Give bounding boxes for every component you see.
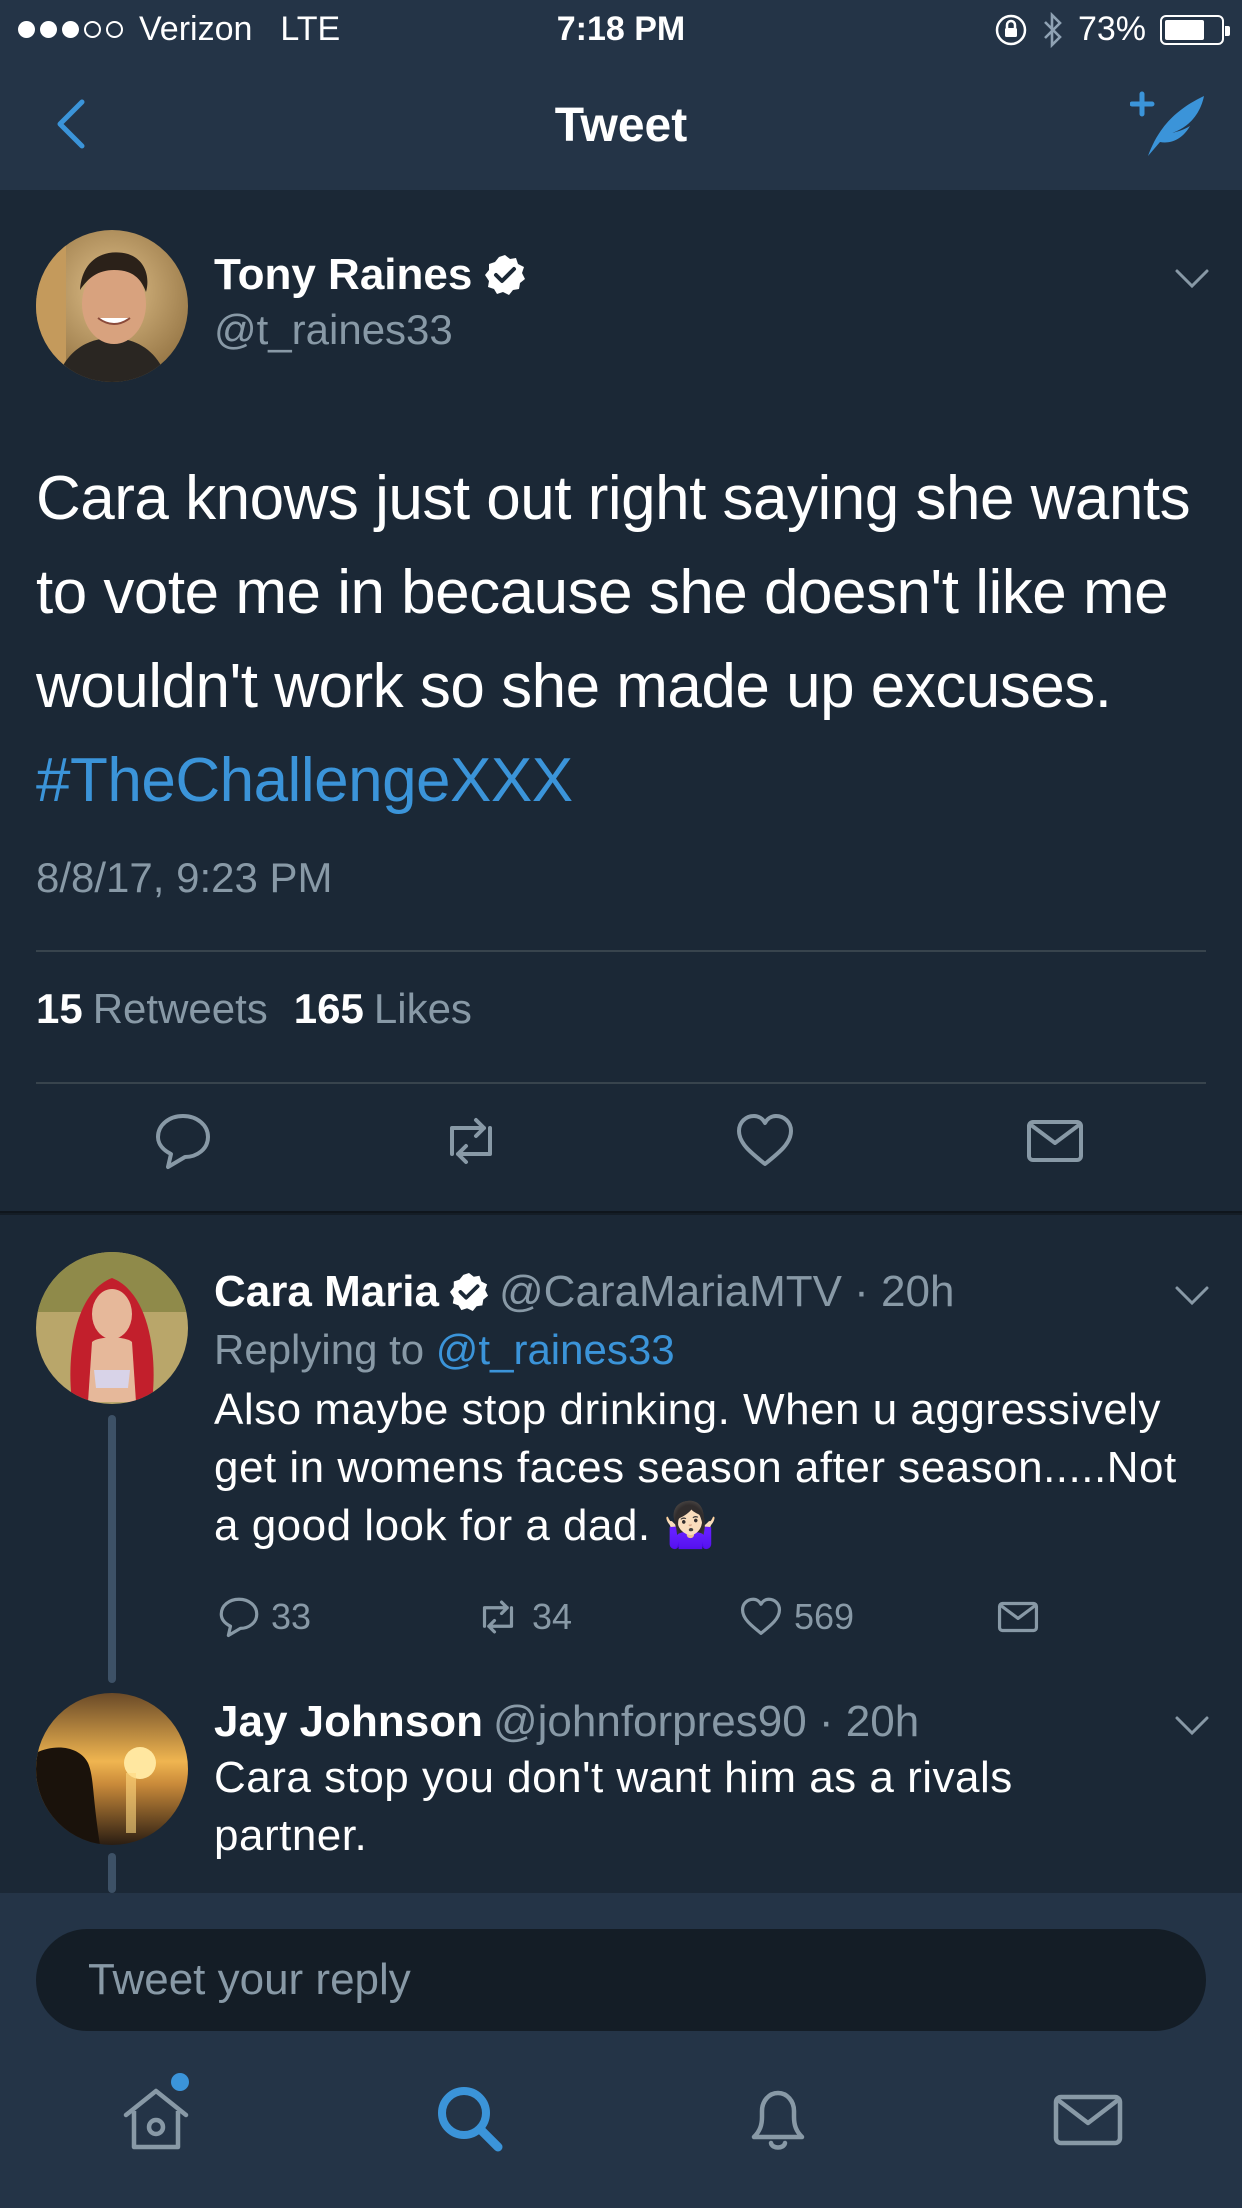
reply-icon[interactable] (217, 1595, 261, 1639)
verified-badge-icon (449, 1272, 489, 1312)
reply-like-action[interactable]: 569 (738, 1595, 854, 1639)
status-bar: Verizon LTE 7:18 PM 73% (0, 0, 1242, 62)
reply-author-name[interactable]: Jay Johnson (214, 1697, 483, 1747)
bluetooth-icon (1044, 11, 1062, 48)
messages-icon[interactable] (1048, 2079, 1128, 2159)
compose-tweet-icon[interactable] (1130, 90, 1210, 160)
reply-share-action[interactable] (994, 1595, 1042, 1639)
reply-actions: 33 34 569 (214, 1595, 1214, 1645)
reply-menu-chevron-icon[interactable] (1174, 1285, 1210, 1307)
reply-reply-action[interactable]: 33 (217, 1595, 311, 1639)
reply-handle-time: @CaraMariaMTV · 20h (499, 1267, 955, 1316)
replying-to-link[interactable]: @t_raines33 (436, 1326, 675, 1373)
reply-icon[interactable] (152, 1110, 214, 1172)
retweets-stat[interactable]: 15 Retweets (36, 985, 268, 1033)
retweets-count: 15 (36, 985, 83, 1032)
reply-count: 33 (271, 1596, 312, 1637)
divider (36, 950, 1206, 952)
reply-text: Also maybe stop drinking. When u aggress… (214, 1385, 1177, 1550)
avatar-tony-raines[interactable] (36, 230, 188, 382)
home-icon[interactable] (116, 2079, 196, 2159)
author-handle[interactable]: @t_raines33 (214, 306, 453, 354)
replying-prefix: Replying to (214, 1326, 425, 1373)
like-heart-icon[interactable] (738, 1595, 784, 1639)
notification-dot (171, 2073, 189, 2091)
tweet-reply-input[interactable] (36, 1929, 1206, 2031)
reply-retweet-action[interactable]: 34 (474, 1595, 572, 1639)
reply-author-name[interactable]: Cara Maria (214, 1267, 439, 1317)
retweets-label: Retweets (92, 985, 268, 1032)
tweet-stats: 15 Retweets 165 Likes (36, 985, 472, 1033)
author-name[interactable]: Tony Raines (214, 250, 526, 300)
nav-bar: Tweet (0, 62, 1242, 190)
hashtag-link[interactable]: #TheChallengeXXX (36, 746, 573, 815)
tweet-text: Cara knows just out right saying she wan… (36, 452, 1216, 828)
avatar-jay-johnson[interactable] (36, 1693, 188, 1845)
reply-menu-chevron-icon[interactable] (1174, 1715, 1210, 1737)
share-mail-icon[interactable] (1024, 1110, 1086, 1172)
reply-handle-time: @johnforpres90 · 20h (492, 1697, 920, 1746)
battery-icon (1160, 14, 1230, 45)
reply-text: Cara stop you don't want him as a rivals… (214, 1753, 1013, 1860)
status-right: 73% (994, 10, 1230, 49)
reply-author-row[interactable]: Jay Johnson @johnforpres90 · 20h (214, 1697, 919, 1747)
tweet-menu-chevron-icon[interactable] (1174, 268, 1210, 290)
likes-label: Likes (373, 985, 472, 1032)
like-count: 569 (794, 1596, 855, 1637)
share-mail-icon[interactable] (994, 1595, 1042, 1639)
main-tweet[interactable]: Tony Raines @t_raines33 Cara knows just … (0, 190, 1242, 1213)
battery-percent: 73% (1077, 10, 1146, 48)
reply-tweet[interactable]: Cara Maria @CaraMariaMTV · 20h Replying … (0, 1215, 1242, 1687)
search-icon[interactable] (430, 2079, 510, 2159)
likes-stat[interactable]: 165 Likes (294, 985, 472, 1033)
replying-to: Replying to @t_raines33 (214, 1326, 675, 1374)
likes-count: 165 (293, 985, 364, 1032)
reply-bar (0, 1893, 1242, 2033)
retweet-icon[interactable] (474, 1595, 522, 1639)
thread-line (108, 1853, 116, 1893)
tweet-body: Cara knows just out right saying she wan… (36, 464, 1191, 721)
reply-tweet[interactable]: Jay Johnson @johnforpres90 · 20h Cara st… (0, 1687, 1242, 1893)
reply-author-row[interactable]: Cara Maria @CaraMariaMTV · 20h (214, 1267, 954, 1317)
retweet-icon[interactable] (440, 1110, 502, 1172)
retweet-count: 34 (532, 1596, 573, 1637)
rotation-lock-icon (995, 14, 1027, 45)
top-bar: Verizon LTE 7:18 PM 73% Tweet (0, 0, 1242, 190)
thread-line (108, 1415, 116, 1683)
like-heart-icon[interactable] (734, 1110, 796, 1172)
tab-bar (0, 2033, 1242, 2208)
notifications-icon[interactable] (738, 2079, 818, 2159)
divider (36, 1082, 1206, 1084)
page-title: Tweet (554, 99, 688, 152)
author-name-text[interactable]: Tony Raines (214, 250, 472, 300)
verified-badge-icon (485, 255, 526, 295)
avatar-cara-maria[interactable] (36, 1252, 188, 1404)
tweet-timestamp: 8/8/17, 9:23 PM (36, 854, 333, 901)
tweet-actions (0, 1110, 1242, 1190)
